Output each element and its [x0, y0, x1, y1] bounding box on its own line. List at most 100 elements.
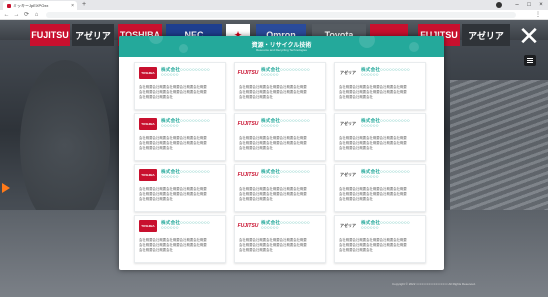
company-description: 会社概要会社概要会社概要会社概要会社概要 会社概要会社概要会社概要会社概要会社概要… [139, 136, 221, 151]
company-name-line: ○○○○○○ [361, 225, 379, 231]
exhibitor-card[interactable]: アゼリア 株式会社○○○○○○○○○○ ○○○○○○ 会社概要会社概要会社概要会社概要… [334, 164, 426, 212]
company-logo: アゼリア [340, 121, 356, 126]
company-name[interactable]: 株式会社○○○○○○○○○○ ○○○○○○ [261, 118, 310, 129]
browser-toolbar: ← → ⟳ ⌂ ⋮ [0, 10, 548, 20]
company-logo: アゼリア [340, 223, 356, 228]
company-name-line: ○○○○○○ [261, 174, 279, 180]
forward-icon[interactable]: → [12, 10, 21, 20]
sponsor-banner: アゼリア [462, 24, 510, 46]
exhibitor-card[interactable]: アゼリア 株式会社○○○○○○○○○○ ○○○○○○ 会社概要会社概要会社概要会社概要… [334, 215, 426, 263]
decorative-tree [20, 60, 110, 230]
sponsor-banner: アゼリア [72, 24, 114, 46]
company-logo: FUJITSU [237, 70, 259, 76]
description-line: 会社概要会社概要会社 [239, 196, 273, 201]
company-logo: TOSHIBA [139, 169, 157, 181]
exhibitor-card[interactable]: FUJITSU 株式会社○○○○○○○○○○ ○○○○○○ 会社概要会社概要会社概要会… [234, 62, 326, 110]
company-logo: FUJITSU [237, 121, 259, 127]
company-logo: アゼリア [340, 172, 356, 177]
company-name-line: ○○○○○○ [361, 123, 379, 129]
company-name-line: ○○○○○○ [361, 174, 379, 180]
sponsor-banner: FUJITSU [30, 24, 70, 46]
description-line: 会社概要会社概要会社 [339, 94, 373, 99]
company-name[interactable]: 株式会社○○○○○○○○○○ ○○○○○○ [361, 220, 410, 231]
company-description: 会社概要会社概要会社概要会社概要会社概要 会社概要会社概要会社概要会社概要会社概要… [339, 136, 421, 151]
company-name-line: ○○○○○○ [161, 174, 179, 180]
browser-tabstrip: ミッキーJpEXPOxx × + – □ × [0, 0, 548, 10]
close-icon[interactable]: ✕ [518, 23, 540, 49]
exhibitor-card[interactable]: FUJITSU 株式会社○○○○○○○○○○ ○○○○○○ 会社概要会社概要会社概要会… [234, 215, 326, 263]
home-icon[interactable]: ⌂ [32, 10, 41, 20]
description-line: 会社概要会社概要会社 [339, 247, 373, 252]
description-line: 会社概要会社概要会社 [239, 247, 273, 252]
company-description: 会社概要会社概要会社概要会社概要会社概要 会社概要会社概要会社概要会社概要会社概要… [239, 187, 321, 202]
exhibitor-card[interactable]: TOSHIBA 株式会社○○○○○○○○○○ ○○○○○○ 会社概要会社概要会社概要会… [134, 215, 226, 263]
favicon-icon [7, 3, 11, 8]
exhibitor-card[interactable]: アゼリア 株式会社○○○○○○○○○○ ○○○○○○ 会社概要会社概要会社概要会社概要… [334, 62, 426, 110]
reload-icon[interactable]: ⟳ [22, 10, 31, 20]
exhibitor-card[interactable]: TOSHIBA 株式会社○○○○○○○○○○ ○○○○○○ 会社概要会社概要会社概要会… [134, 113, 226, 161]
company-logo: TOSHIBA [139, 67, 157, 79]
description-line: 会社概要会社概要会社 [139, 196, 173, 201]
back-icon[interactable]: ← [2, 10, 11, 20]
description-line: 会社概要会社概要会社 [239, 94, 273, 99]
company-name[interactable]: 株式会社○○○○○○○○○○ ○○○○○○ [261, 67, 310, 78]
company-description: 会社概要会社概要会社概要会社概要会社概要 会社概要会社概要会社概要会社概要会社概要… [339, 85, 421, 100]
tab-close-icon[interactable]: × [71, 3, 74, 9]
company-description: 会社概要会社概要会社概要会社概要会社概要 会社概要会社概要会社概要会社概要会社概要… [239, 238, 321, 253]
company-description: 会社概要会社概要会社概要会社概要会社概要 会社概要会社概要会社概要会社概要会社概要… [239, 136, 321, 151]
new-tab-button[interactable]: + [82, 1, 86, 9]
exhibitor-card[interactable]: TOSHIBA 株式会社○○○○○○○○○○ ○○○○○○ 会社概要会社概要会社概要会… [134, 62, 226, 110]
description-line: 会社概要会社概要会社 [239, 145, 273, 150]
exhibitor-card[interactable]: FUJITSU 株式会社○○○○○○○○○○ ○○○○○○ 会社概要会社概要会社概要会… [234, 164, 326, 212]
company-description: 会社概要会社概要会社概要会社概要会社概要 会社概要会社概要会社概要会社概要会社概要… [139, 85, 221, 100]
company-logo: TOSHIBA [139, 220, 157, 232]
company-name-line: ○○○○○○ [261, 123, 279, 129]
description-line: 会社概要会社概要会社 [139, 247, 173, 252]
company-name[interactable]: 株式会社○○○○○○○○○○ ○○○○○○ [161, 67, 210, 78]
exhibitor-grid: TOSHIBA 株式会社○○○○○○○○○○ ○○○○○○ 会社概要会社概要会社概要会… [134, 62, 430, 263]
description-line: 会社概要会社概要会社 [139, 94, 173, 99]
copyright-text: Copyright © 2022 ×××××××××××××××××× All … [392, 282, 476, 286]
company-name[interactable]: 株式会社○○○○○○○○○○ ○○○○○○ [361, 169, 410, 180]
company-name[interactable]: 株式会社○○○○○○○○○○ ○○○○○○ [161, 169, 210, 180]
company-description: 会社概要会社概要会社概要会社概要会社概要 会社概要会社概要会社概要会社概要会社概要… [139, 187, 221, 202]
company-logo: アゼリア [340, 70, 356, 75]
company-logo: FUJITSU [237, 223, 259, 229]
company-name-line: ○○○○○○ [161, 72, 179, 78]
modal-header: 資源・リサイクル技術 Resource and Recycling Techno… [119, 36, 444, 57]
company-logo: FUJITSU [237, 172, 259, 178]
company-name[interactable]: 株式会社○○○○○○○○○○ ○○○○○○ [261, 169, 310, 180]
company-description: 会社概要会社概要会社概要会社概要会社概要 会社概要会社概要会社概要会社概要会社概要… [339, 187, 421, 202]
exhibitor-modal: 資源・リサイクル技術 Resource and Recycling Techno… [119, 36, 444, 270]
description-line: 会社概要会社概要会社 [339, 145, 373, 150]
company-name[interactable]: 株式会社○○○○○○○○○○ ○○○○○○ [361, 118, 410, 129]
company-name-line: ○○○○○○ [261, 72, 279, 78]
company-name[interactable]: 株式会社○○○○○○○○○○ ○○○○○○ [161, 220, 210, 231]
company-description: 会社概要会社概要会社概要会社概要会社概要 会社概要会社概要会社概要会社概要会社概要… [239, 85, 321, 100]
exhibitor-card[interactable]: TOSHIBA 株式会社○○○○○○○○○○ ○○○○○○ 会社概要会社概要会社概要会… [134, 164, 226, 212]
company-name-line: ○○○○○○ [261, 225, 279, 231]
company-logo: TOSHIBA [139, 118, 157, 130]
address-bar[interactable] [46, 12, 516, 18]
company-description: 会社概要会社概要会社概要会社概要会社概要 会社概要会社概要会社概要会社概要会社概要… [339, 238, 421, 253]
description-line: 会社概要会社概要会社 [339, 196, 373, 201]
company-name[interactable]: 株式会社○○○○○○○○○○ ○○○○○○ [361, 67, 410, 78]
company-name[interactable]: 株式会社○○○○○○○○○○ ○○○○○○ [261, 220, 310, 231]
company-name-line: ○○○○○○ [161, 123, 179, 129]
modal-subtitle: Resource and Recycling Technologies [256, 48, 307, 52]
company-name-line: ○○○○○○ [361, 72, 379, 78]
nav-arrow-icon[interactable] [2, 183, 10, 193]
company-description: 会社概要会社概要会社概要会社概要会社概要 会社概要会社概要会社概要会社概要会社概要… [139, 238, 221, 253]
company-name[interactable]: 株式会社○○○○○○○○○○ ○○○○○○ [161, 118, 210, 129]
window-close-button[interactable]: × [534, 0, 548, 10]
exhibitor-card[interactable]: FUJITSU 株式会社○○○○○○○○○○ ○○○○○○ 会社概要会社概要会社概要会… [234, 113, 326, 161]
browser-menu-icon[interactable]: ⋮ [535, 10, 541, 20]
browser-tab[interactable]: ミッキーJpEXPOxx × [3, 1, 77, 10]
description-line: 会社概要会社概要会社 [139, 145, 173, 150]
company-name-line: ○○○○○○ [161, 225, 179, 231]
account-icon[interactable] [496, 2, 502, 8]
hamburger-menu-icon[interactable] [524, 55, 536, 66]
tab-title: ミッキーJpEXPOxx [13, 2, 49, 8]
escalator [450, 80, 548, 220]
exhibitor-card[interactable]: アゼリア 株式会社○○○○○○○○○○ ○○○○○○ 会社概要会社概要会社概要会社概要… [334, 113, 426, 161]
